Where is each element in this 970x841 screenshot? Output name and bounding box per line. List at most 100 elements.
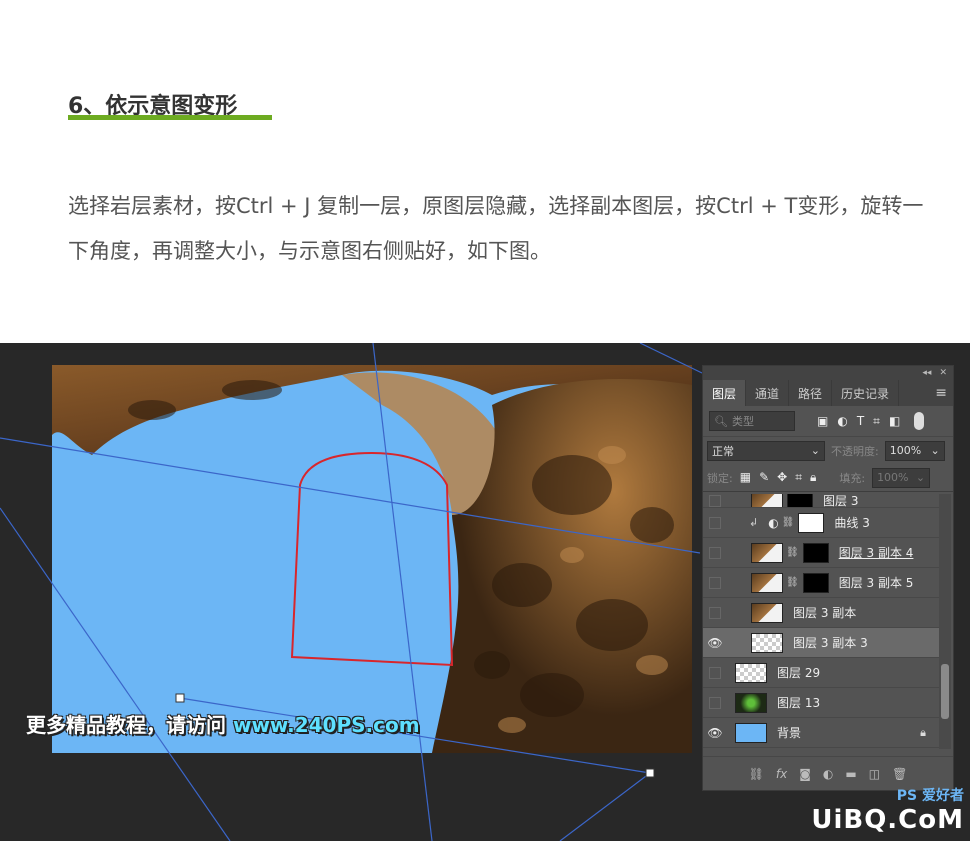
- image-filter-icon[interactable]: ▣: [817, 414, 828, 429]
- filter-toggle[interactable]: [914, 412, 925, 430]
- clip-arrow-icon: ↲: [749, 516, 759, 529]
- layer-thumbnail: [751, 572, 783, 593]
- layer-row[interactable]: ↲ ◐ ⛓ 曲线 3: [703, 508, 940, 538]
- visibility-toggle[interactable]: 👁︎: [703, 636, 727, 650]
- step-paragraph: 选择岩层素材，按Ctrl + J 复制一层，原图层隐藏，选择副本图层，按Ctrl…: [68, 194, 924, 263]
- fill-label: 填充:: [839, 471, 866, 485]
- layer-thumbnail: [751, 542, 783, 563]
- layer-row-background[interactable]: 👁︎ 背景 🔒︎: [703, 718, 940, 748]
- visibility-toggle[interactable]: [703, 666, 727, 679]
- tab-channels[interactable]: 通道: [746, 380, 790, 406]
- panel-tabs: 图层 通道 路径 历史记录 ≡: [703, 380, 953, 406]
- layer-thumbnail: [735, 662, 767, 683]
- lock-position-icon[interactable]: ✥: [777, 470, 787, 485]
- lock-all-icon[interactable]: 🔒︎: [810, 470, 816, 485]
- filter-kind-select[interactable]: 🔍︎ 类型: [709, 411, 795, 431]
- smart-object-filter-icon[interactable]: ◧: [889, 414, 900, 429]
- panel-menu-icon[interactable]: ≡: [935, 385, 947, 401]
- layer-row[interactable]: ⛓ 图层 3 副本 5: [703, 568, 940, 598]
- visibility-toggle[interactable]: [703, 696, 727, 709]
- link-icon: ⛓: [781, 517, 795, 528]
- scroll-thumb[interactable]: [941, 664, 949, 719]
- watermark-url: www.240PS.com: [232, 713, 420, 737]
- hidden-box-icon: [709, 494, 721, 507]
- tab-layers[interactable]: 图层: [703, 380, 747, 406]
- type-filter-icon[interactable]: T: [857, 414, 864, 429]
- opacity-value: 100%: [889, 444, 922, 457]
- panel-topbar: ◂◂ ✕: [703, 366, 953, 380]
- article-section: 6、依示意图变形 选择岩层素材，按Ctrl + J 复制一层，原图层隐藏，选择副…: [0, 0, 970, 343]
- new-group-icon[interactable]: ▬: [845, 767, 856, 781]
- layer-mask: [802, 572, 829, 593]
- trash-icon[interactable]: 🗑︎: [892, 767, 907, 781]
- layer-mask: [787, 494, 813, 507]
- layer-row[interactable]: 图层 3: [703, 494, 940, 508]
- filter-icons: ▣ ◐ T ⌗ ◧: [817, 414, 900, 429]
- hidden-box-icon: [709, 576, 721, 589]
- opacity-field[interactable]: 100% ⌄: [884, 440, 945, 461]
- layers-panel: ◂◂ ✕ 图层 通道 路径 历史记录 ≡ 🔍︎ 类型 ▣ ◐ T ⌗ ◧ 正常 …: [702, 365, 954, 791]
- corner-logo-ps: PS 爱好者: [896, 788, 964, 804]
- visibility-toggle[interactable]: [703, 516, 727, 529]
- lock-pixels-icon[interactable]: ✎: [759, 470, 769, 485]
- eye-icon: 👁︎: [707, 635, 723, 650]
- chevron-down-icon: ⌄: [915, 471, 926, 484]
- layer-thumbnail: [735, 722, 767, 743]
- layer-thumbnail: [751, 602, 783, 623]
- layer-name: 图层 3 副本 3: [793, 636, 868, 650]
- hidden-box-icon: [709, 666, 721, 679]
- curves-mask: [798, 512, 825, 533]
- chevron-down-icon: ⌄: [930, 444, 940, 457]
- hidden-box-icon: [709, 606, 721, 619]
- layers-scrollbar[interactable]: [939, 494, 951, 749]
- adjustment-filter-icon[interactable]: ◐: [837, 414, 847, 429]
- layer-name: 图层 3 副本 5: [838, 576, 914, 590]
- layer-row-selected[interactable]: 👁︎ 图层 3 副本 3: [703, 628, 940, 658]
- title-underline: [68, 115, 272, 120]
- watermark-text: 更多精品教程，请访问: [26, 713, 226, 737]
- lock-icons: ▦ ✎ ✥ ⌗ 🔒︎: [740, 470, 817, 485]
- layer-row[interactable]: 图层 29: [703, 658, 940, 688]
- tab-history[interactable]: 历史记录: [832, 380, 900, 406]
- filter-row: 🔍︎ 类型 ▣ ◐ T ⌗ ◧: [703, 406, 953, 436]
- lock-label: 锁定:: [707, 471, 733, 485]
- lock-artboard-icon[interactable]: ⌗: [795, 470, 802, 485]
- fx-icon[interactable]: fx: [776, 767, 787, 781]
- collapse-icon[interactable]: ◂◂: [922, 368, 931, 378]
- visibility-toggle[interactable]: 👁︎: [703, 726, 727, 740]
- visibility-toggle[interactable]: [703, 494, 727, 507]
- visibility-toggle[interactable]: [703, 546, 727, 559]
- adjustment-layer-icon[interactable]: ◐: [823, 767, 833, 781]
- layer-thumbnail: [751, 494, 783, 507]
- blend-mode-select[interactable]: 正常 ⌄: [707, 440, 825, 461]
- fill-field[interactable]: 100% ⌄: [872, 467, 931, 488]
- lock-row: 锁定: ▦ ✎ ✥ ⌗ 🔒︎ 填充: 100% ⌄: [703, 464, 953, 492]
- transform-handle[interactable]: [645, 768, 655, 778]
- link-icon: ⛓: [786, 547, 799, 558]
- new-layer-icon[interactable]: ◫: [869, 767, 880, 781]
- link-layers-icon[interactable]: ⛓: [749, 767, 764, 781]
- site-watermark: 更多精品教程，请访问 www.240PS.com: [26, 709, 420, 738]
- layer-name: 背景: [777, 726, 802, 740]
- shape-filter-icon[interactable]: ⌗: [873, 414, 880, 429]
- add-mask-icon[interactable]: ◙: [799, 767, 811, 781]
- layer-name: 图层 3: [823, 494, 859, 508]
- layer-row[interactable]: 图层 13: [703, 688, 940, 718]
- blend-mode-value: 正常: [712, 444, 734, 458]
- link-icon: ⛓: [786, 577, 799, 588]
- tab-paths[interactable]: 路径: [789, 380, 833, 406]
- close-icon[interactable]: ✕: [939, 368, 947, 378]
- visibility-toggle[interactable]: [703, 606, 727, 619]
- lock-transparent-icon[interactable]: ▦: [740, 470, 751, 485]
- eye-icon: 👁︎: [707, 725, 723, 740]
- layer-thumbnail: [735, 692, 767, 713]
- layer-mask: [802, 542, 829, 563]
- visibility-toggle[interactable]: [703, 576, 727, 589]
- layer-row[interactable]: 图层 3 副本: [703, 598, 940, 628]
- chevron-down-icon: ⌄: [810, 444, 820, 457]
- layer-name: 图层 3 副本: [793, 606, 857, 620]
- hidden-box-icon: [709, 516, 721, 529]
- transform-handle[interactable]: [175, 693, 185, 703]
- layer-row[interactable]: ⛓ 图层 3 副本 4: [703, 538, 940, 568]
- layer-name: 图层 29: [777, 666, 821, 680]
